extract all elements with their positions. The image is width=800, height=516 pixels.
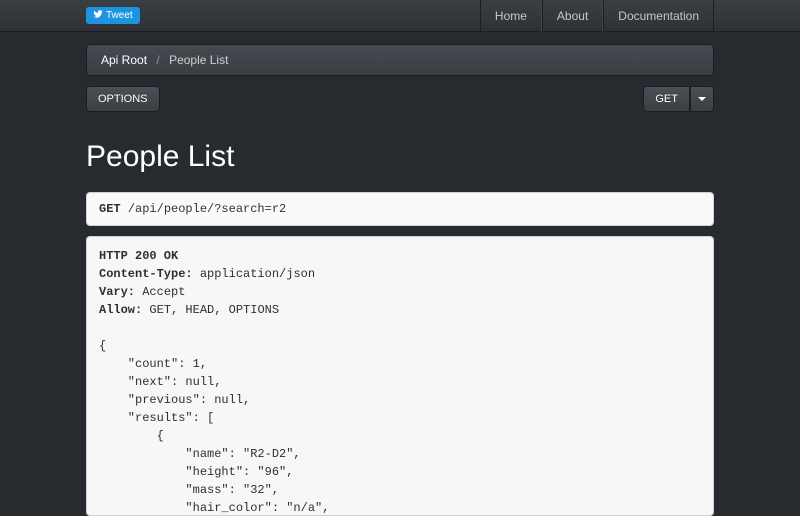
chevron-down-icon	[698, 97, 706, 101]
twitter-icon	[93, 9, 103, 22]
nav-links: Home About Documentation	[480, 0, 714, 32]
options-button[interactable]: OPTIONS	[86, 86, 160, 112]
request-line: GET /api/people/?search=r2	[86, 192, 714, 226]
request-path: /api/people/?search=r2	[128, 202, 286, 216]
get-button[interactable]: GET	[643, 86, 690, 112]
request-method: GET	[99, 202, 121, 216]
breadcrumb-root[interactable]: Api Root	[101, 53, 147, 67]
get-dropdown-toggle[interactable]	[690, 86, 714, 112]
breadcrumb: Api Root / People List	[86, 44, 714, 76]
breadcrumb-current: People List	[169, 53, 228, 67]
get-button-group: GET	[643, 86, 714, 112]
nav-link-home[interactable]: Home	[480, 0, 542, 32]
tweet-button[interactable]: Tweet	[86, 7, 140, 24]
toolbar: OPTIONS GET	[86, 86, 714, 112]
navbar: Tweet Home About Documentation	[0, 0, 800, 32]
tweet-label: Tweet	[106, 10, 133, 21]
nav-link-about[interactable]: About	[542, 0, 603, 32]
breadcrumb-separator: /	[150, 53, 165, 67]
response-body: HTTP 200 OK Content-Type: application/js…	[86, 236, 714, 516]
nav-link-documentation[interactable]: Documentation	[603, 0, 714, 32]
page-title: People List	[86, 140, 714, 174]
